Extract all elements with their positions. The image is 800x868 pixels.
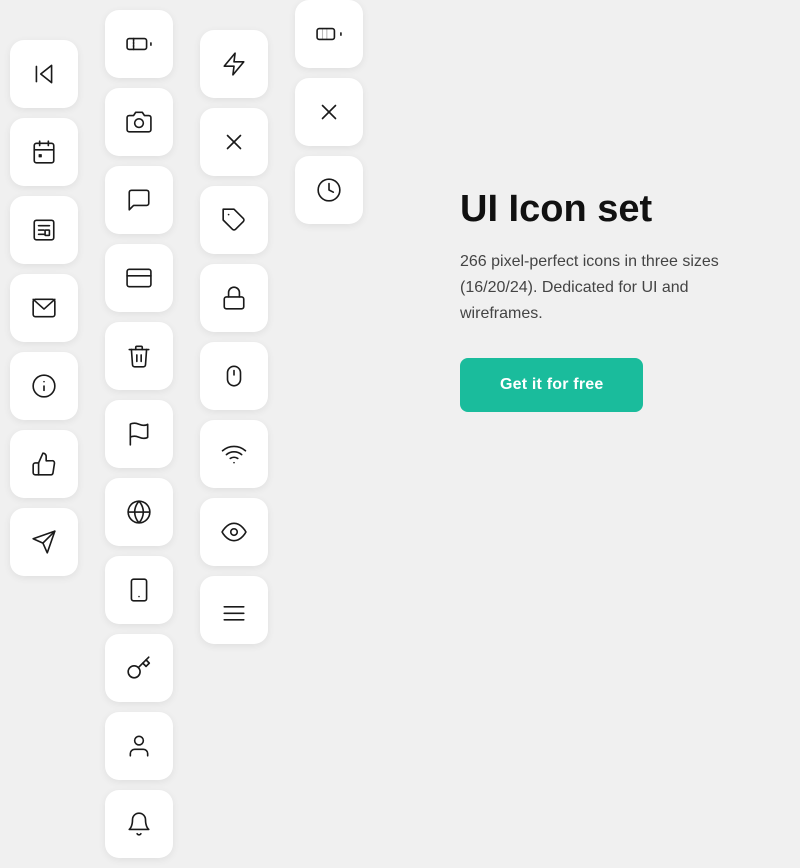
icon-column-4 [295, 0, 363, 234]
eye-icon [221, 519, 247, 545]
globe-icon-card [105, 478, 173, 546]
mouse-icon [221, 363, 247, 389]
tag-icon [221, 207, 247, 233]
lock-icon-card [200, 264, 268, 332]
clock-icon [316, 177, 342, 203]
info-icon-card [10, 352, 78, 420]
camera-icon [126, 109, 152, 135]
mouse-icon-card [200, 342, 268, 410]
icon-column-2 [105, 0, 173, 868]
mail-icon-card [10, 274, 78, 342]
clock-icon-card [295, 156, 363, 224]
smartphone-icon-card [105, 556, 173, 624]
x-icon-card [200, 108, 268, 176]
battery2-icon [316, 21, 342, 47]
wifi-icon [221, 441, 247, 467]
calendar-icon [31, 139, 57, 165]
calendar-icon-card [10, 118, 78, 186]
mail-icon [31, 295, 57, 321]
creditcard-icon-card [105, 244, 173, 312]
camera-icon-card [105, 88, 173, 156]
globe-icon [126, 499, 152, 525]
trash-icon-card [105, 322, 173, 390]
product-title: UI Icon set [460, 188, 760, 232]
skip-back-icon [31, 61, 57, 87]
menu-icon-card [200, 576, 268, 644]
battery-icon-card [105, 10, 173, 78]
send-icon-card [10, 508, 78, 576]
menu-icon [221, 597, 247, 623]
x2-icon-card [295, 78, 363, 146]
x2-icon [316, 99, 342, 125]
product-description: 266 pixel-perfect icons in three sizes (… [460, 249, 760, 326]
bell-icon-card [105, 790, 173, 858]
battery2-icon-card [295, 0, 363, 68]
info-section: UI Icon set 266 pixel-perfect icons in t… [420, 188, 800, 412]
skip-back-icon-card [10, 40, 78, 108]
send-icon [31, 529, 57, 555]
tag-icon-card [200, 186, 268, 254]
smartphone-icon [126, 577, 152, 603]
zap-icon-card [200, 30, 268, 98]
get-it-free-button[interactable]: Get it for free [460, 358, 643, 412]
icon-grid [0, 0, 420, 600]
user-icon [126, 733, 152, 759]
thumbsup-icon [31, 451, 57, 477]
zap-icon [221, 51, 247, 77]
info-icon [31, 373, 57, 399]
message-icon-card [105, 166, 173, 234]
newspaper-icon-card [10, 196, 78, 264]
flag-icon-card [105, 400, 173, 468]
key-icon-card [105, 634, 173, 702]
icon-column-1 [10, 30, 78, 586]
thumbsup-icon-card [10, 430, 78, 498]
icon-column-3 [200, 20, 268, 654]
creditcard-icon [126, 265, 152, 291]
wifi-icon-card [200, 420, 268, 488]
bell-icon [126, 811, 152, 837]
lock-icon [221, 285, 247, 311]
trash-icon [126, 343, 152, 369]
flag-icon [126, 421, 152, 447]
message-icon [126, 187, 152, 213]
user-icon-card [105, 712, 173, 780]
x-icon [221, 129, 247, 155]
battery-icon [126, 31, 152, 57]
key-icon [126, 655, 152, 681]
eye-icon-card [200, 498, 268, 566]
newspaper-icon [31, 217, 57, 243]
